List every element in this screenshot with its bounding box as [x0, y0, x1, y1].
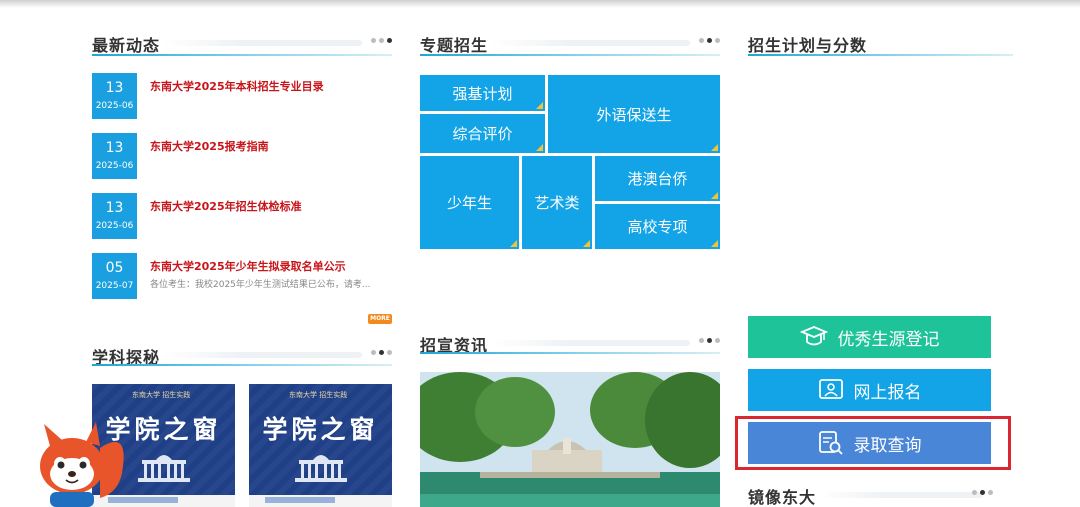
register-button[interactable]: 优秀生源登记: [748, 316, 991, 358]
news-item[interactable]: 05 2025-07 东南大学2025年少年生拟录取名单公示 各位考生：我校20…: [92, 253, 392, 299]
register-label: 优秀生源登记: [837, 329, 940, 350]
news-item[interactable]: 13 2025-06 东南大学2025报考指南: [92, 133, 392, 179]
discipline-card[interactable]: 东南大学 招生实践 学院之窗: [249, 384, 392, 507]
tile-gaoxiao[interactable]: 高校专项: [595, 204, 720, 249]
tile-qiangji[interactable]: 强基计划: [420, 75, 545, 111]
plan-header: 招生计划与分数: [748, 30, 1013, 56]
news-title: 最新动态: [92, 36, 161, 55]
news-link[interactable]: 东南大学2025年招生体检标准: [150, 198, 302, 214]
squirrel-mascot-icon: [40, 422, 124, 507]
admission-query-button[interactable]: 录取查询: [748, 422, 991, 464]
news-item[interactable]: 13 2025-06 东南大学2025年招生体检标准: [92, 193, 392, 239]
tile-zonghe[interactable]: 综合评价: [420, 114, 545, 153]
online-apply-icon: [818, 379, 843, 399]
discipline-section: 学科探秘 东南大学 招生实践 学院之窗 东南大学 招生实践 学院之窗: [92, 342, 392, 507]
apply-button[interactable]: 网上报名: [748, 369, 991, 411]
mirror-header: 镜像东大: [748, 482, 1013, 507]
discipline-pager[interactable]: [371, 350, 392, 355]
news-summary: 各位考生：我校2025年少年生测试结果已公布，请考...: [150, 280, 371, 290]
tile-waiyu[interactable]: 外语保送生: [548, 75, 720, 153]
tile-gangao[interactable]: 港澳台侨: [595, 156, 720, 201]
promo-section: 招宣资讯: [420, 330, 720, 360]
more-button[interactable]: MORE: [368, 314, 392, 324]
mirror-title: 镜像东大: [748, 488, 817, 507]
apply-label: 网上报名: [853, 382, 922, 403]
date-badge: 05 2025-07: [92, 253, 137, 299]
campus-photo[interactable]: [420, 372, 720, 507]
card-title: 学院之窗: [262, 415, 379, 444]
mirror-pager[interactable]: [972, 490, 993, 495]
plan-section: 招生计划与分数: [748, 30, 1013, 60]
building-icon: [295, 455, 347, 482]
tile-yishu[interactable]: 艺术类: [522, 156, 592, 249]
promo-header: 招宣资讯: [420, 330, 720, 355]
special-title: 专题招生: [420, 36, 489, 55]
tile-shaonian[interactable]: 少年生: [420, 156, 519, 249]
date-badge: 13 2025-06: [92, 73, 137, 119]
date-badge: 13 2025-06: [92, 133, 137, 179]
news-link[interactable]: 东南大学2025报考指南: [150, 138, 269, 154]
discipline-header: 学科探秘: [92, 342, 392, 367]
campus-scene: [420, 372, 720, 507]
news-header: 最新动态: [92, 30, 392, 56]
query-document-icon: [818, 431, 843, 455]
news-item[interactable]: 13 2025-06 东南大学2025年本科招生专业目录: [92, 73, 392, 119]
top-shadow: [0, 0, 1080, 8]
news-pager[interactable]: [371, 38, 392, 43]
special-header: 专题招生: [420, 30, 720, 56]
promo-pager[interactable]: [699, 338, 720, 343]
card-brand: 东南大学 招生实践: [132, 391, 191, 399]
mirror-section: 镜像东大: [748, 482, 1013, 507]
plan-title: 招生计划与分数: [748, 36, 868, 55]
special-pager[interactable]: [699, 38, 720, 43]
building-icon: [138, 455, 190, 482]
card-brand: 东南大学 招生实践: [289, 391, 348, 399]
graduate-cap-icon: [799, 326, 828, 346]
admission-query-label: 录取查询: [853, 435, 922, 456]
news-link[interactable]: 东南大学2025年本科招生专业目录: [150, 78, 324, 94]
news-link[interactable]: 东南大学2025年少年生拟录取名单公示: [150, 258, 346, 274]
news-section: 最新动态 13 2025-06 东南大学2025年本科招生专业目录 13 202…: [92, 30, 392, 324]
date-badge: 13 2025-06: [92, 193, 137, 239]
